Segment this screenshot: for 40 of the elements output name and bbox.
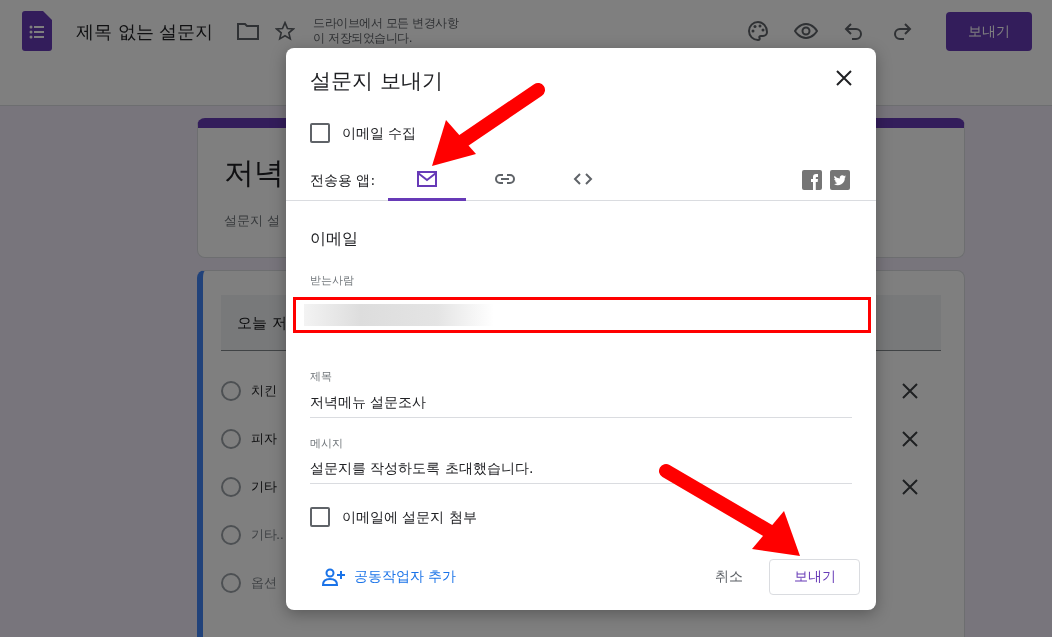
collect-email-label: 이메일 수집 — [342, 123, 417, 143]
send-button[interactable]: 보내기 — [769, 558, 860, 595]
subject-field[interactable]: 저녁메뉴 설문조사 — [310, 385, 852, 418]
radio-button[interactable] — [221, 429, 241, 449]
send-button[interactable]: 보내기 — [946, 11, 1032, 51]
recipients-field[interactable] — [293, 297, 871, 333]
remove-icon[interactable] — [902, 479, 918, 495]
option-label[interactable]: 기타 — [251, 477, 276, 497]
form-title[interactable]: 제목 없는 설문지 — [76, 17, 214, 45]
palette-icon[interactable] — [746, 19, 770, 43]
facebook-icon[interactable] — [802, 170, 822, 190]
add-person-icon[interactable] — [322, 567, 346, 586]
recipients-label: 받는사람 — [310, 274, 354, 287]
radio-button[interactable] — [221, 381, 241, 401]
radio-button[interactable] — [221, 573, 241, 593]
add-option[interactable]: 옵션 — [251, 573, 276, 593]
option-label[interactable]: 기타.. — [251, 525, 284, 545]
cancel-button[interactable]: 취소 — [705, 558, 753, 595]
folder-icon[interactable] — [237, 22, 260, 40]
remove-icon[interactable] — [902, 383, 918, 399]
remove-icon[interactable] — [902, 431, 918, 447]
attach-form-label: 이메일에 설문지 첨부 — [342, 507, 477, 527]
checkbox[interactable] — [310, 507, 330, 527]
send-via-label: 전송용 앱: — [310, 170, 377, 190]
star-icon[interactable] — [275, 21, 296, 41]
save-status: 드라이브에서 모든 변경사항 이 저장되었습니다. — [313, 16, 460, 46]
forms-logo-icon[interactable] — [22, 11, 52, 51]
radio-button[interactable] — [221, 525, 241, 545]
option-label[interactable]: 피자 — [251, 429, 276, 449]
checkbox[interactable] — [310, 123, 330, 143]
message-field[interactable]: 설문지를 작성하도록 초대했습니다. — [310, 452, 852, 484]
section-heading: 이메일 — [309, 228, 359, 250]
twitter-icon[interactable] — [830, 170, 850, 190]
message-label: 메시지 — [310, 435, 344, 452]
option-label[interactable]: 치킨 — [251, 381, 276, 401]
close-icon[interactable] — [836, 70, 852, 86]
subject-label: 제목 — [310, 369, 333, 385]
dialog-title: 설문지 보내기 — [310, 68, 443, 95]
add-collaborators-link[interactable]: 공동작업자 추가 — [354, 566, 457, 587]
radio-button[interactable] — [221, 477, 241, 497]
